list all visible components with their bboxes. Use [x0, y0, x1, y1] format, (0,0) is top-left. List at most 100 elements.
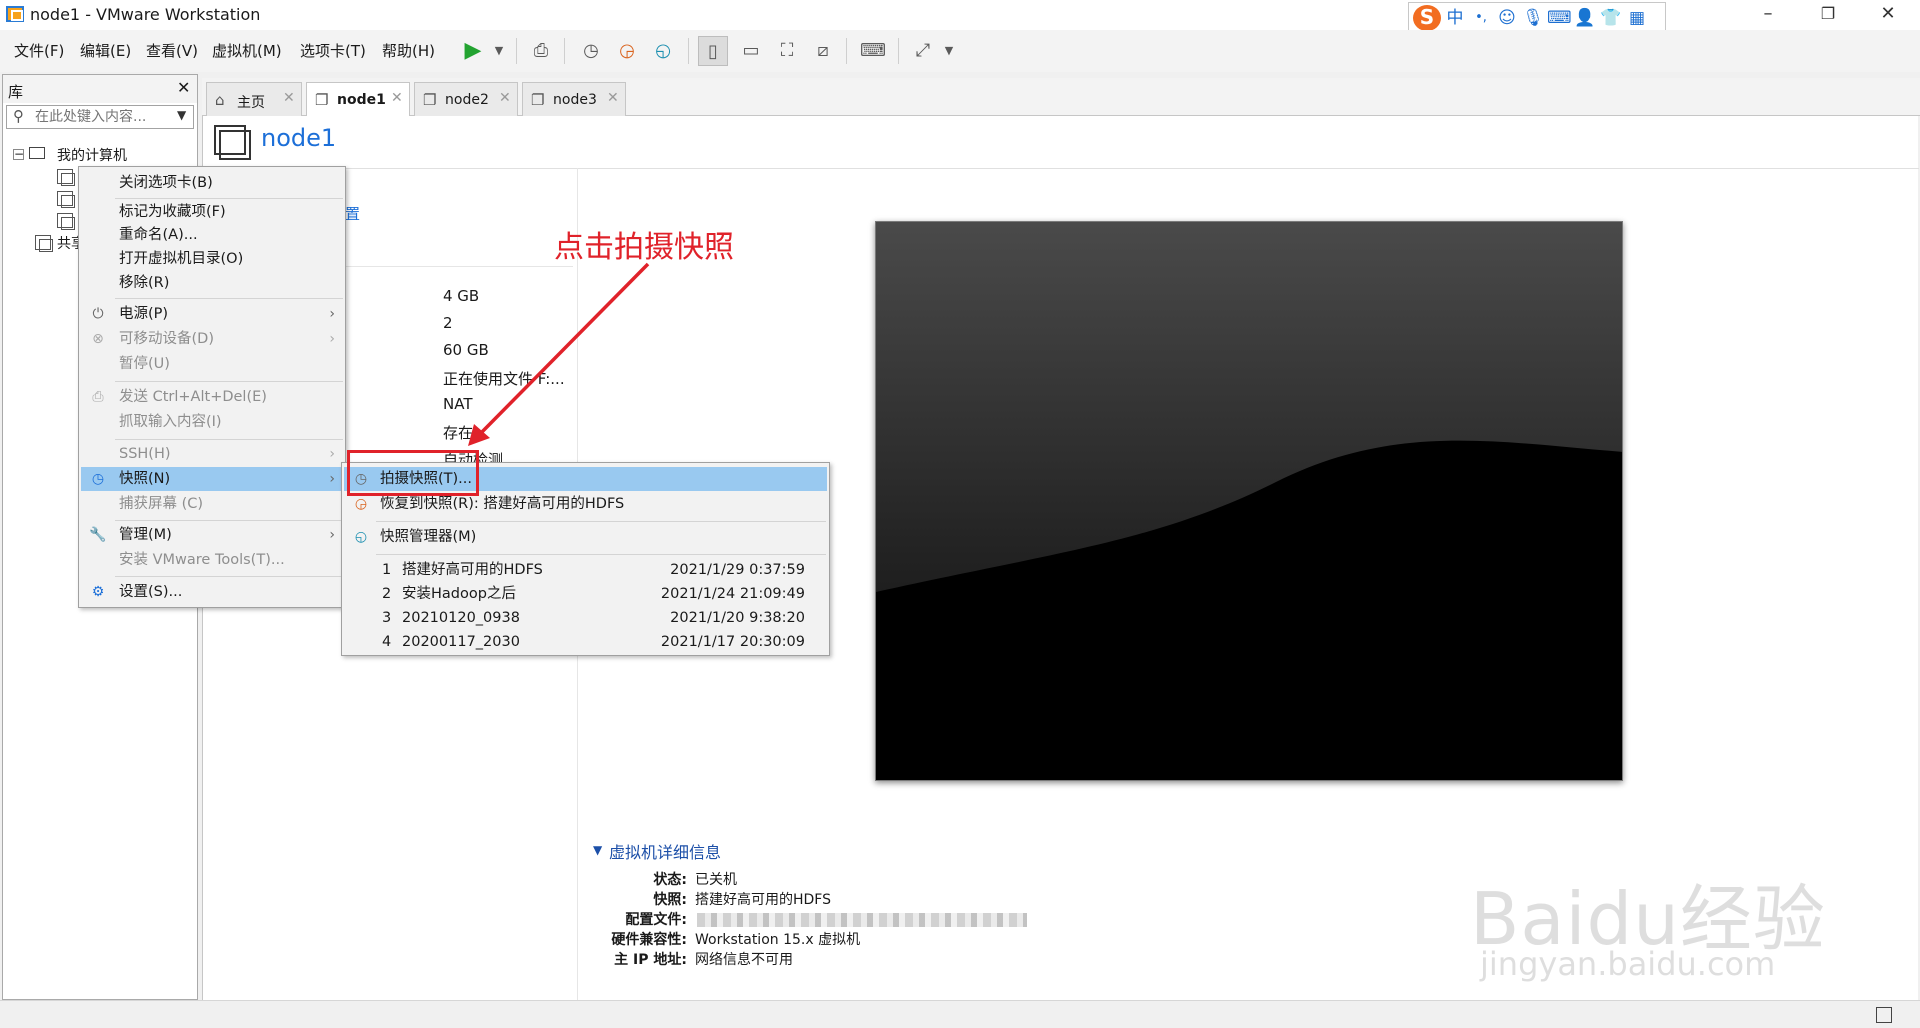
vm-icon[interactable]: [57, 213, 75, 230]
take-snapshot-icon[interactable]: ◷: [576, 36, 606, 66]
shared-vm-icon: [35, 235, 53, 252]
menu-install-tools: 安装 VMware Tools(T)...: [119, 552, 285, 568]
menu-power[interactable]: ⏻ 电源(P) ›: [81, 302, 343, 326]
details-section-title[interactable]: 虚拟机详细信息: [609, 839, 721, 863]
vm-icon[interactable]: [57, 191, 75, 208]
title-bar: node1 - VMware Workstation S 中 •, ☺ 🎙 ⌨ …: [0, 0, 1920, 32]
menu-tabs[interactable]: 选项卡(T): [300, 40, 366, 61]
menu-open-vm-dir[interactable]: 打开虚拟机目录(O): [81, 247, 343, 271]
menu-edit[interactable]: 编辑(E): [80, 40, 131, 61]
unity-icon[interactable]: ⧄: [808, 36, 838, 66]
menu-rename[interactable]: 重命名(A)...: [81, 223, 343, 247]
ime-mode-toggle[interactable]: 中: [1443, 5, 1467, 31]
blurred-config-path: [697, 913, 1027, 927]
vm-screen-preview[interactable]: [875, 221, 1623, 781]
vm-icon: [214, 125, 251, 160]
tab-label: node1: [337, 92, 386, 108]
status-bar: [0, 1000, 1920, 1028]
detail-label: 主 IP 地址:: [614, 952, 687, 968]
library-search[interactable]: ⚲ ▼: [6, 105, 194, 129]
hw-network: NAT: [443, 395, 473, 413]
menu-snapshot[interactable]: ◷ 快照(N) ›: [81, 467, 343, 491]
close-button[interactable]: ✕: [1860, 0, 1916, 30]
detail-label: 配置文件:: [625, 912, 687, 928]
emoji-icon[interactable]: ☺: [1495, 5, 1519, 31]
menu-grab-input: 抓取输入内容(I): [119, 414, 222, 430]
vm-icon: ❐: [423, 91, 437, 109]
home-icon: ⌂: [215, 91, 225, 109]
chevron-down-icon[interactable]: ▼: [177, 108, 186, 122]
snapshot-list-item[interactable]: 2 安装Hadoop之后 2021/1/24 21:09:49: [344, 582, 827, 606]
menu-send-cad: ⎙ 发送 Ctrl+Alt+Del(E): [81, 385, 343, 409]
annotation-text: 点击拍摄快照: [554, 230, 734, 265]
menu-settings[interactable]: ⚙ 设置(S)...: [81, 580, 343, 604]
hw-disk: 60 GB: [443, 341, 489, 359]
menu-manage[interactable]: 🔧 管理(M) ›: [81, 523, 343, 547]
menu-view[interactable]: 查看(V): [146, 40, 198, 61]
vm-icon: ❐: [531, 91, 545, 109]
watermark-url: jingyan.baidu.com: [1480, 945, 1776, 983]
message-log-icon[interactable]: [1876, 1007, 1892, 1023]
menu-pause: 暂停(U): [119, 356, 170, 372]
vm-preview-graphic: [876, 222, 1622, 780]
detail-status: 已关机: [695, 872, 737, 888]
minimize-button[interactable]: –: [1740, 0, 1796, 30]
tab-node1[interactable]: ❐ node1 ✕: [306, 82, 410, 117]
ime-toolbar[interactable]: S 中 •, ☺ 🎙 ⌨ 👤 👕 ▦: [1408, 2, 1666, 32]
tab-label: 主页: [237, 95, 265, 111]
menu-snapshot-manager[interactable]: ◵ 快照管理器(M): [344, 525, 827, 549]
menu-bar: 文件(F) 编辑(E) 查看(V) 虚拟机(M) 选项卡(T) 帮助(H) ▶ …: [0, 30, 1920, 72]
microphone-icon[interactable]: 🎙: [1521, 5, 1545, 31]
console-view-icon[interactable]: ⌨: [858, 36, 888, 66]
snapshot-list-item[interactable]: 1 搭建好高可用的HDFS 2021/1/29 0:37:59: [344, 558, 827, 582]
stretch-dropdown-icon[interactable]: ▼: [934, 36, 964, 66]
tab-label: node3: [553, 92, 597, 108]
snapshot-manager-icon: ◵: [354, 529, 368, 545]
close-icon[interactable]: ✕: [391, 90, 403, 106]
menu-file[interactable]: 文件(F): [14, 40, 64, 61]
sogou-logo-icon[interactable]: S: [1413, 5, 1441, 31]
snapshot-list-item[interactable]: 3 20210120_0938 2021/1/20 9:38:20: [344, 606, 827, 630]
vmware-app-icon: [6, 6, 24, 22]
collapse-icon[interactable]: −: [13, 148, 24, 160]
snapshot-list-item[interactable]: 4 20200117_2030 2021/1/17 20:30:09: [344, 630, 827, 654]
menu-vm[interactable]: 虚拟机(M): [212, 40, 282, 61]
close-icon[interactable]: ✕: [177, 78, 190, 97]
user-icon[interactable]: 👤: [1573, 5, 1597, 31]
toolbox-icon[interactable]: ▦: [1625, 5, 1649, 31]
close-icon[interactable]: ✕: [499, 90, 511, 106]
library-view-icon[interactable]: ▯: [698, 36, 728, 66]
menu-close-tab[interactable]: 关闭选项卡(B): [81, 171, 343, 195]
search-input[interactable]: [35, 109, 165, 125]
close-icon[interactable]: ✕: [607, 90, 619, 106]
restore-button[interactable]: ❐: [1800, 0, 1856, 30]
close-icon[interactable]: ✕: [283, 90, 295, 106]
menu-capture-screen: 捕获屏幕 (C): [119, 496, 204, 512]
revert-snapshot-icon[interactable]: ◶: [612, 36, 642, 66]
tab-home[interactable]: ⌂ 主页 ✕: [206, 82, 302, 116]
vm-icon[interactable]: [57, 169, 75, 186]
edit-settings-link[interactable]: 置: [345, 203, 360, 224]
snapshot-manager-icon[interactable]: ◵: [648, 36, 678, 66]
hw-usb: 存在: [443, 424, 474, 442]
baidu-watermark: Baidu经验 jingyan.baidu.com: [1470, 820, 1830, 990]
menu-help[interactable]: 帮助(H): [382, 40, 435, 61]
vm-icon: ❐: [315, 91, 329, 109]
punctuation-icon[interactable]: •,: [1469, 5, 1493, 31]
settings-icon: ⚙: [91, 584, 105, 600]
tree-my-computer[interactable]: 我的计算机: [57, 145, 127, 165]
send-ctrl-alt-del-icon[interactable]: ⎙: [526, 36, 556, 66]
menu-mark-favorite[interactable]: 标记为收藏项(F): [81, 200, 343, 224]
power-dropdown-icon[interactable]: ▼: [484, 36, 514, 66]
hw-processors: 2: [443, 314, 453, 332]
tab-node3[interactable]: ❐ node3 ✕: [522, 82, 626, 116]
full-screen-icon[interactable]: ⛶: [772, 36, 802, 66]
collapse-arrow-icon[interactable]: ▼: [593, 843, 602, 857]
menu-remove[interactable]: 移除(R): [81, 271, 343, 295]
detail-label: 快照:: [653, 892, 687, 908]
keyboard-icon[interactable]: ⌨: [1547, 5, 1572, 31]
skin-icon[interactable]: 👕: [1599, 5, 1623, 31]
tab-node2[interactable]: ❐ node2 ✕: [414, 82, 518, 116]
thumbnail-bar-icon[interactable]: ▭: [736, 36, 766, 66]
detail-label: 硬件兼容性:: [611, 932, 687, 948]
